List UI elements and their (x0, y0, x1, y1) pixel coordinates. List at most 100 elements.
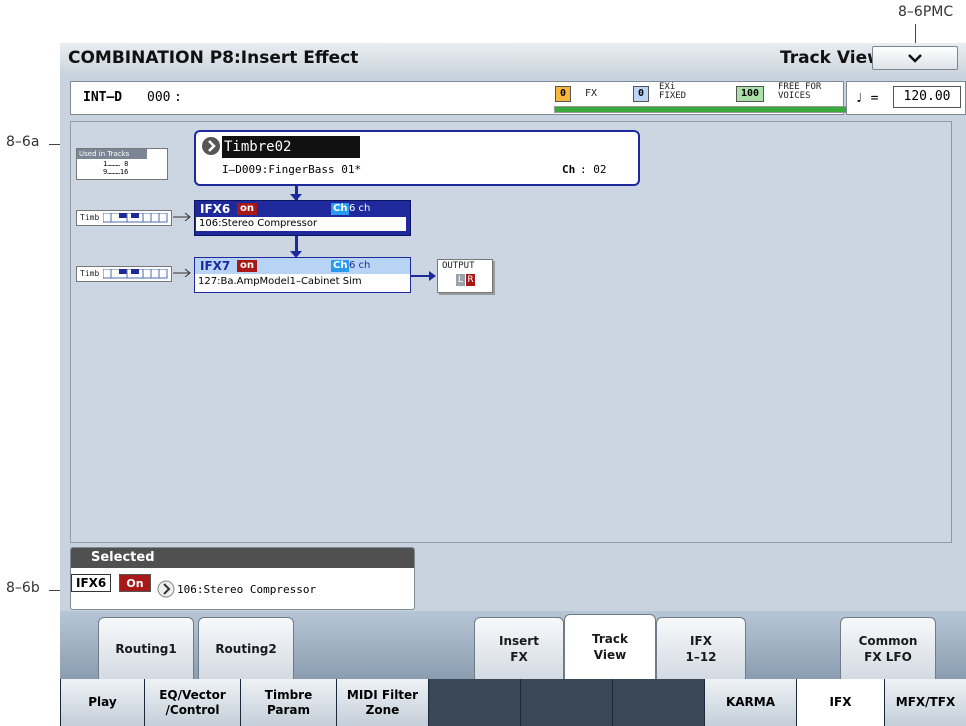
mode-tab-label-line2: Zone (365, 702, 400, 717)
tab-label-line2: FX (510, 649, 528, 664)
tempo-symbol: ♩ = (855, 91, 879, 106)
voice-meter (554, 106, 852, 113)
program-name: I–D009:FingerBass 01* (222, 163, 362, 176)
ifx6-block[interactable]: IFX6 on Ch 6 ch 106:Stereo Compressor (194, 200, 411, 236)
output-block[interactable]: OUTPUT L R (437, 259, 493, 293)
mode-tab-empty (520, 679, 612, 726)
tab-label: Routing2 (215, 641, 277, 656)
mode-tab-play[interactable]: Play (60, 679, 144, 726)
selected-ifx[interactable]: IFX6 (71, 574, 112, 592)
ifx7-on-badge[interactable]: on (237, 260, 257, 272)
used-in-tracks-indicator: Used in Tracks 1……… 8 9………16 (76, 148, 168, 180)
track-range-low: 1……… 8 (103, 160, 129, 168)
title-bar: COMBINATION P8:Insert Effect Track View (60, 43, 966, 74)
ifx7-block[interactable]: IFX7 on Ch 6 ch 127:Ba.AmpModel1–Cabinet… (194, 257, 411, 293)
ifx6-ch-value: 6 ch (349, 203, 371, 214)
tab-ifx-1-12[interactable]: IFX 1–12 (656, 617, 746, 679)
callout-a: 8–6a (6, 134, 40, 150)
mode-tab-label: MIDI Filter (346, 687, 419, 702)
tab-common-fx-lfo[interactable]: Common FX LFO (840, 617, 936, 679)
mode-tab-label: EQ/Vector (159, 687, 226, 702)
select-arrow-icon[interactable] (202, 137, 220, 155)
selected-on-button[interactable]: On (119, 574, 151, 592)
used-in-tracks-label: Used in Tracks (77, 149, 147, 159)
tab-label: Common (858, 633, 918, 648)
routing-area: Used in Tracks 1……… 8 9………16 Timbre02 I–… (70, 121, 952, 543)
output-l: L (456, 274, 465, 286)
mode-tab-timbre-param[interactable]: Timbre Param (240, 679, 336, 726)
track-grid-icon (103, 213, 168, 223)
mode-tab-label-line2: /Control (165, 702, 220, 717)
page-title: COMBINATION P8:Insert Effect (68, 48, 359, 68)
fx-label: FX (585, 88, 598, 99)
mode-tab-label: Play (88, 695, 117, 709)
ifx6-timb-label: Timb (80, 213, 100, 222)
tab-routing1[interactable]: Routing1 (98, 617, 194, 679)
page-menu-button[interactable] (872, 46, 958, 70)
mode-tab-label: Timbre (264, 687, 313, 702)
mode-tab-mfx-tfx[interactable]: MFX/TFX (884, 679, 966, 726)
combi-name[interactable]: : (174, 90, 182, 105)
tempo-box: ♩ = 120.00 (846, 81, 966, 115)
exi-count-badge: 0 (633, 86, 650, 102)
arrow-right-icon (411, 271, 436, 281)
page-name: Track View (780, 48, 883, 68)
tab-label: Track (592, 632, 628, 646)
ifx6-effect: 106:Stereo Compressor (196, 217, 406, 231)
ifx6-name: IFX6 (200, 202, 231, 216)
tab-label: IFX (690, 633, 712, 648)
mode-tab-label: IFX (829, 695, 852, 709)
selected-panel: Selected IFX6 On 106:Stereo Compressor (70, 547, 415, 610)
ifx6-on-badge[interactable]: on (237, 203, 257, 215)
tab-label: Insert (499, 633, 539, 648)
mode-tab-empty (428, 679, 520, 726)
timbre-name[interactable]: Timbre02 (222, 136, 360, 158)
arrow-right-icon (173, 212, 191, 222)
callout-b: 8–6b (6, 580, 40, 596)
ifx7-timbre-map[interactable]: Timb (76, 266, 172, 282)
combi-number[interactable]: 000 (147, 90, 170, 105)
selected-header: Selected (71, 548, 414, 568)
fx-count-badge: 0 (555, 86, 572, 102)
selected-effect: 106:Stereo Compressor (177, 583, 317, 596)
exi-label-bottom: FIXED (659, 91, 687, 101)
mode-tab-label: MFX/TFX (895, 695, 956, 709)
voice-meter-fill (555, 107, 851, 112)
select-arrow-icon[interactable] (157, 580, 175, 598)
output-r: R (466, 274, 475, 286)
tab-label-line2: FX LFO (864, 649, 912, 664)
mode-tab-eq-vector[interactable]: EQ/Vector/Control (144, 679, 240, 726)
combi-bank[interactable]: INT–D (83, 90, 122, 105)
mode-tab-label-line2: Param (266, 702, 311, 717)
tempo-field[interactable]: 120.00 (893, 86, 961, 108)
tab-label-line2: View (593, 648, 627, 662)
ifx7-effect: 127:Ba.AmpModel1–Cabinet Sim (198, 276, 362, 287)
tab-track-view[interactable]: Track View (564, 614, 656, 679)
ifx7-timb-label: Timb (80, 269, 100, 278)
mode-tab-ifx[interactable]: IFX (796, 679, 884, 726)
free-voices-label-bottom: VOICES (778, 91, 811, 101)
mode-tab-midi-filter[interactable]: MIDI Filter Zone (336, 679, 428, 726)
exi-label: EXi FIXED (659, 83, 686, 101)
combi-info-bar: INT–D 000 : 0 FX 0 EXi FIXED 100 FREE FO… (70, 81, 852, 115)
output-label: OUTPUT (442, 261, 475, 271)
tab-label: Routing1 (115, 641, 177, 656)
ifx6-timbre-map[interactable]: Timb (76, 210, 172, 226)
main-panel: INT–D 000 : 0 FX 0 EXi FIXED 100 FREE FO… (60, 73, 966, 611)
mode-tab-karma[interactable]: KARMA (704, 679, 796, 726)
tab-routing2[interactable]: Routing2 (198, 617, 294, 679)
track-range-high: 9………16 (103, 168, 129, 176)
free-voices-badge: 100 (736, 86, 765, 102)
ifx7-ch-badge: Ch (331, 260, 350, 272)
mode-tab-empty (612, 679, 704, 726)
channel-label: Ch (562, 163, 576, 176)
timbre-box[interactable]: Timbre02 I–D009:FingerBass 01* Ch : 02 (194, 130, 640, 186)
tab-label-line2: 1–12 (685, 649, 717, 664)
ifx6-ch-badge: Ch (331, 203, 350, 215)
free-voices-label: FREE FOR VOICES (778, 83, 821, 101)
track-grid-icon (103, 269, 168, 279)
tab-insert-fx[interactable]: Insert FX (474, 617, 564, 679)
mode-tab-label: KARMA (725, 695, 776, 709)
arrow-right-icon (173, 268, 191, 278)
channel-value: : 02 (580, 163, 607, 176)
